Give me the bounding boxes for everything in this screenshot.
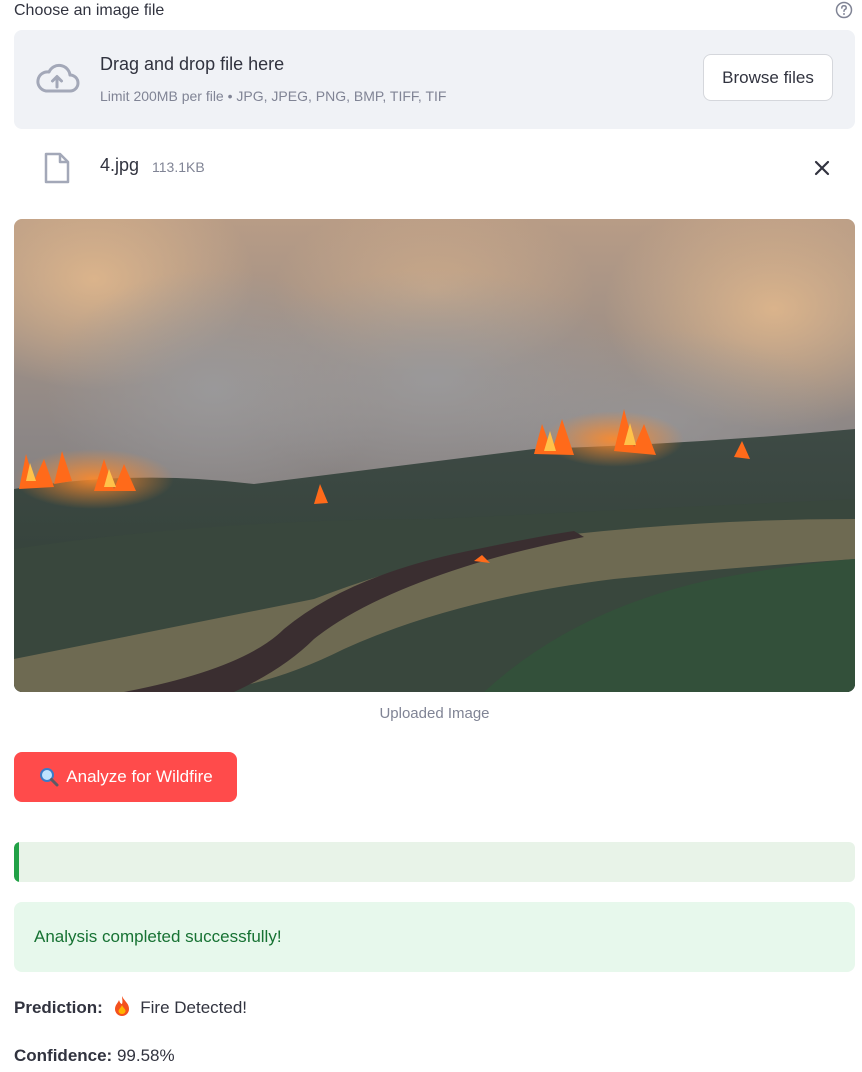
prediction-line: Prediction: Fire Detected! [14, 995, 247, 1018]
dropzone-title: Drag and drop file here [100, 54, 285, 74]
analyze-button-label: Analyze for Wildfire [66, 767, 213, 786]
prediction-value: Fire Detected! [140, 998, 248, 1017]
dropzone-subtitle: Limit 200MB per file • JPG, JPEG, PNG, B… [100, 88, 447, 104]
uploaded-file-name: 4.jpg [100, 155, 140, 175]
question-circle-icon[interactable] [835, 1, 853, 19]
success-message: Analysis completed successfully! [34, 927, 282, 946]
image-caption: Uploaded Image [379, 705, 490, 722]
uploader-label: Choose an image file [14, 2, 165, 19]
close-icon[interactable] [812, 158, 832, 178]
fire-icon [114, 996, 129, 1016]
success-alert: Analysis completed successfully! [14, 902, 855, 972]
magnifier-icon [40, 768, 59, 787]
confidence-label: Confidence: [14, 1046, 113, 1065]
analyze-wildfire-button[interactable]: Analyze for Wildfire [14, 752, 237, 802]
progress-bar [14, 842, 855, 882]
confidence-line: Confidence: 99.58% [14, 1046, 175, 1066]
browse-files-button[interactable]: Browse files [703, 54, 833, 101]
uploaded-file-size: 113.1KB [152, 159, 205, 175]
uploaded-image [14, 219, 855, 692]
prediction-label: Prediction: [14, 998, 103, 1017]
progress-fill [14, 842, 19, 882]
file-icon [44, 152, 70, 184]
wildfire-photo [14, 219, 855, 692]
cloud-upload-icon [36, 63, 80, 93]
confidence-value: 99.58% [116, 1046, 175, 1065]
file-dropzone[interactable]: Drag and drop file here Limit 200MB per … [14, 30, 855, 129]
